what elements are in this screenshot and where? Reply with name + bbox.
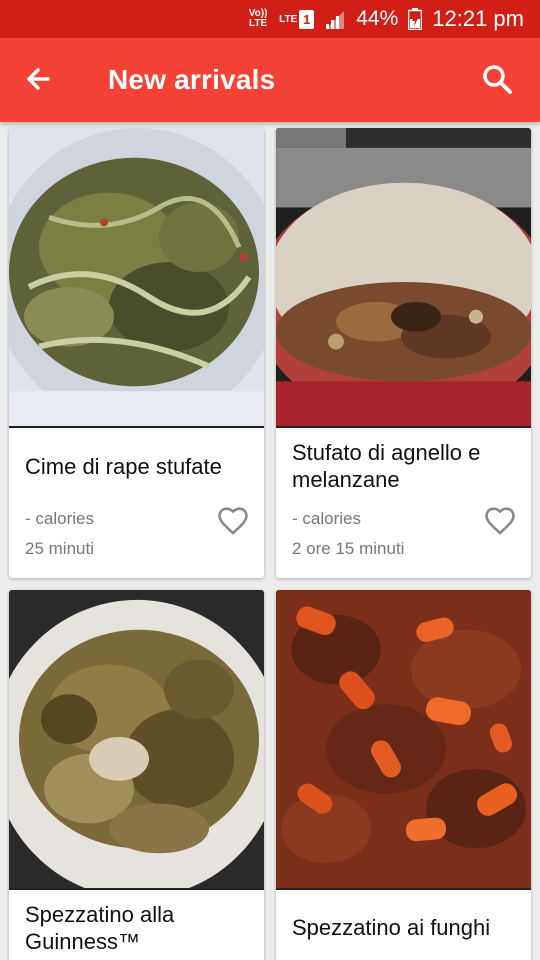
search-button[interactable] (478, 60, 518, 100)
battery-percent: 44% (356, 7, 399, 30)
recipe-title: Spezzatino ai funghi (292, 915, 491, 940)
recipe-card[interactable]: Spezzatino ai funghi (276, 590, 531, 960)
favorite-heart-icon[interactable] (216, 504, 250, 538)
status-bar: Vo)) LTE LTE 1 44% 12:21 pm (0, 0, 540, 38)
sim-indicator: 1 (299, 9, 315, 29)
recipe-title: Spezzatino alla Guinness™ (25, 902, 175, 954)
volte-indicator: Vo)) LTE (248, 8, 268, 29)
network-label: LTE (279, 13, 298, 25)
recipe-calories: - calories (25, 509, 94, 528)
recipe-title: Cime di rape stufate (25, 454, 222, 479)
arrow-back-icon (27, 68, 50, 90)
recipe-calories: - calories (292, 509, 361, 528)
recipe-card[interactable]: Cime di rape stufate - calories 25 minut… (9, 128, 264, 578)
recipe-image (9, 590, 264, 890)
recipe-time: 25 minuti (25, 539, 94, 558)
search-icon (483, 65, 512, 94)
app-bar: New arrivals (0, 38, 540, 122)
recipe-time: 2 ore 15 minuti (292, 539, 405, 558)
recipe-title: Stufato di agnello e melanzane (292, 440, 481, 492)
network-indicator: LTE 1 (279, 9, 315, 29)
recipe-image (276, 590, 531, 890)
back-button[interactable] (18, 60, 58, 100)
page-title: New arrivals (108, 64, 276, 95)
recipe-card[interactable]: Spezzatino alla Guinness™ (9, 590, 264, 960)
battery-icon (408, 8, 423, 30)
clock: 12:21 pm (432, 6, 524, 31)
favorite-heart-icon[interactable] (483, 504, 517, 538)
signal-icon (326, 11, 345, 29)
recipe-card[interactable]: Stufato di agnello e melanzane - calorie… (276, 128, 531, 578)
recipe-image (276, 128, 531, 428)
recipe-image (9, 128, 264, 428)
